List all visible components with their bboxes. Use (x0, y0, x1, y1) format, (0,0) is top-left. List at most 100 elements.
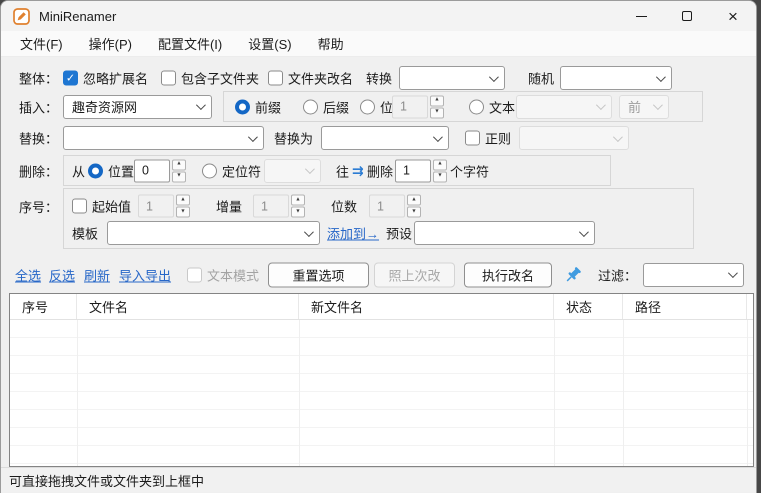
chevron-down-icon (579, 227, 589, 237)
include-subfolders-checkbox[interactable] (161, 71, 176, 86)
table-body-dropzone[interactable] (10, 320, 753, 466)
chevron-down-icon (653, 100, 663, 110)
file-table: 序号 文件名 新文件名 状态 路径 (9, 293, 754, 467)
main-content: 整体： ✓ 忽略扩展名 包含子文件夹 文件夹改名 转换 随机 (1, 57, 756, 492)
spin-up-button[interactable]: ▲ (433, 159, 447, 170)
chevron-down-icon (433, 132, 443, 142)
locator-combobox[interactable] (264, 159, 321, 183)
column-divider (747, 320, 748, 466)
table-header: 序号 文件名 新文件名 状态 路径 (10, 294, 753, 320)
rename-folders-checkbox[interactable] (268, 71, 283, 86)
add-to-link[interactable]: 添加到→ (327, 224, 379, 243)
replace-find-combobox[interactable] (63, 126, 264, 150)
regex-label: 正则 (485, 129, 511, 148)
delete-position-label: 位置 (108, 161, 134, 180)
delete-word-label: 删除 (367, 161, 393, 180)
col-header-filename[interactable]: 文件名 (77, 294, 299, 319)
insert-text-option: 文本 (469, 97, 515, 116)
spin-down-button[interactable]: ▼ (407, 207, 421, 218)
refresh-link[interactable]: 刷新 (84, 265, 110, 284)
delete-position-stepper: 0 ▲▼ (134, 159, 186, 182)
reset-options-button[interactable]: 重置选项 (268, 262, 369, 287)
preset-combobox[interactable] (414, 221, 595, 245)
insert-position-input[interactable]: 1 (392, 95, 428, 118)
replace-with-combobox[interactable] (321, 126, 449, 150)
spin-up-button[interactable]: ▲ (176, 195, 190, 206)
menu-profiles[interactable]: 配置文件(I) (145, 33, 235, 55)
delete-label: 删除： (19, 161, 58, 180)
action-row: 全选 反选 刷新 导入导出 文本模式 重置选项 照上次改 执行改名 (1, 261, 756, 288)
start-value-checkbox[interactable] (72, 199, 87, 214)
include-subfolders-option: 包含子文件夹 (161, 69, 259, 88)
col-header-newname[interactable]: 新文件名 (299, 294, 554, 319)
col-header-index[interactable]: 序号 (10, 294, 77, 319)
column-divider (623, 320, 624, 466)
insert-position-radio[interactable] (360, 99, 375, 114)
text-mode-option: 文本模式 (187, 265, 259, 284)
start-value-input[interactable]: 1 (138, 195, 174, 218)
minimize-button[interactable] (618, 1, 664, 31)
menu-operate[interactable]: 操作(P) (76, 33, 145, 55)
title-bar[interactable]: MiniRenamer × (1, 1, 756, 31)
template-combobox[interactable] (107, 221, 320, 245)
execute-rename-button[interactable]: 执行改名 (464, 262, 552, 287)
delete-position-input[interactable]: 0 (134, 159, 170, 182)
column-divider (554, 320, 555, 466)
insert-options-group: 前缀 后缀 位置 1 ▲▼ 文本 (223, 91, 703, 122)
ignore-ext-checkbox[interactable]: ✓ (63, 71, 78, 86)
suffix-radio[interactable] (303, 99, 318, 114)
window-controls: × (618, 1, 756, 31)
replace-row: 替换： 替换为 正则 (1, 123, 756, 153)
convert-label: 转换 (366, 69, 392, 88)
filter-combobox[interactable] (643, 263, 744, 287)
spin-up-button[interactable]: ▲ (407, 195, 421, 206)
maximize-button[interactable] (664, 1, 710, 31)
insert-custom-text-combobox[interactable] (516, 95, 612, 119)
redo-last-button[interactable]: 照上次改 (374, 262, 455, 287)
regex-checkbox[interactable] (465, 131, 480, 146)
replace-mode-combobox[interactable] (519, 126, 629, 150)
overall-label: 整体： (19, 69, 58, 88)
toward-label: 往 (336, 161, 349, 180)
spin-down-button[interactable]: ▼ (430, 107, 444, 118)
spin-down-button[interactable]: ▼ (433, 171, 447, 182)
spin-up-button[interactable]: ▲ (291, 195, 305, 206)
chevron-down-icon (613, 132, 623, 142)
invert-selection-link[interactable]: 反选 (49, 265, 75, 284)
import-export-link[interactable]: 导入导出 (119, 265, 171, 284)
insert-text-combobox[interactable]: 趣奇资源网 (63, 95, 212, 119)
serial-options-group: 起始值 1 ▲▼ 增量 1 ▲▼ 位数 1 ▲▼ (63, 188, 694, 249)
menu-help[interactable]: 帮助 (305, 33, 357, 55)
spin-down-button[interactable]: ▼ (176, 207, 190, 218)
convert-combobox[interactable] (399, 66, 505, 90)
spin-up-button[interactable]: ▲ (172, 159, 186, 170)
col-header-path[interactable]: 路径 (623, 294, 747, 319)
menu-settings[interactable]: 设置(S) (235, 33, 304, 55)
delete-count-input[interactable]: 1 (395, 159, 431, 182)
prefix-radio[interactable] (235, 99, 250, 114)
increment-input[interactable]: 1 (253, 195, 289, 218)
increment-stepper: 1 ▲▼ (253, 195, 305, 218)
status-text: 可直接拖拽文件或文件夹到上框中 (9, 471, 204, 490)
pin-button[interactable] (564, 266, 582, 284)
select-all-link[interactable]: 全选 (15, 265, 41, 284)
close-button[interactable]: × (710, 1, 756, 31)
spin-down-button[interactable]: ▼ (291, 207, 305, 218)
chevron-down-icon (248, 132, 258, 142)
spin-down-button[interactable]: ▼ (172, 171, 186, 182)
spin-up-button[interactable]: ▲ (430, 95, 444, 106)
random-combobox[interactable] (560, 66, 672, 90)
menu-file[interactable]: 文件(F) (7, 33, 76, 55)
serial-row-a: 起始值 1 ▲▼ 增量 1 ▲▼ 位数 1 ▲▼ (64, 193, 693, 219)
chevron-down-icon (489, 72, 499, 82)
locator-radio[interactable] (202, 163, 217, 178)
suffix-label: 后缀 (323, 97, 349, 116)
col-header-status[interactable]: 状态 (554, 294, 623, 319)
digits-input[interactable]: 1 (369, 195, 405, 218)
direction-arrow-icon[interactable]: ⇉ (352, 162, 364, 179)
delete-position-radio[interactable] (88, 163, 103, 178)
start-value-stepper: 1 ▲▼ (138, 195, 190, 218)
insert-text-radio[interactable] (469, 99, 484, 114)
insert-front-combobox[interactable]: 前 (619, 95, 669, 119)
text-mode-checkbox[interactable] (187, 267, 202, 282)
